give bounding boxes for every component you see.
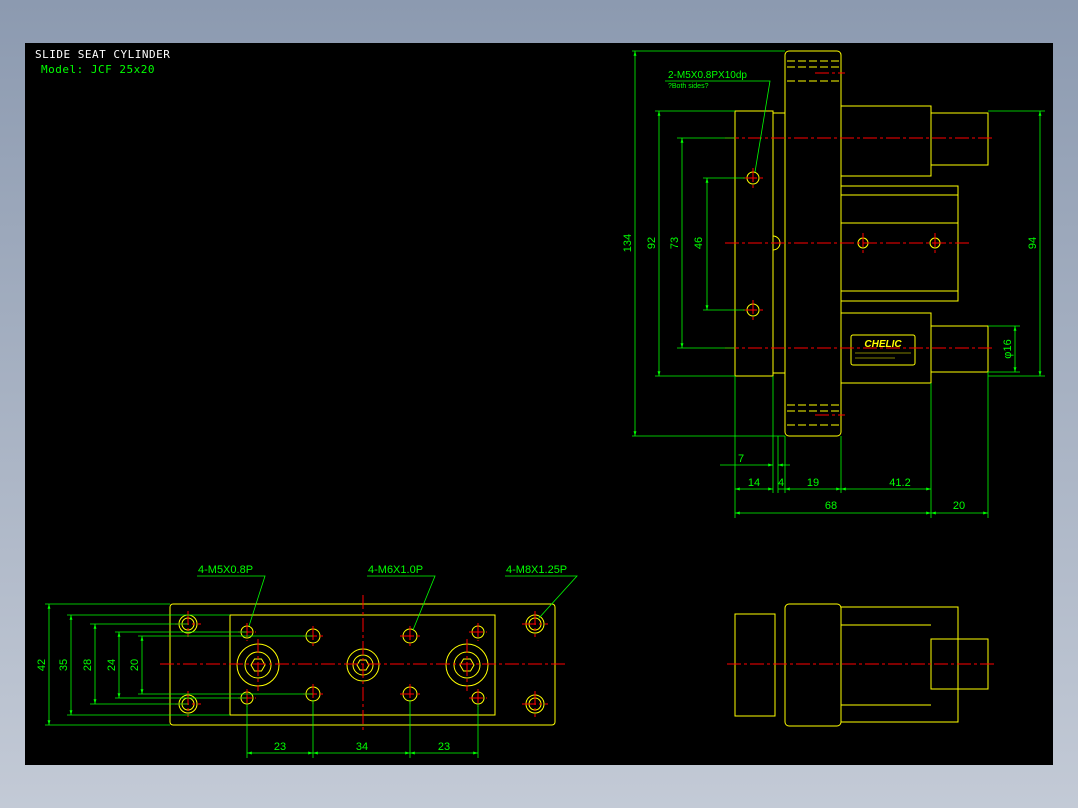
dim-14: 14 [748, 477, 760, 489]
dim-73: 73 [669, 237, 681, 249]
front-view [734, 603, 989, 727]
callout-note-side: ?Both sides? [668, 83, 709, 90]
dim-41-2: 41.2 [889, 477, 910, 489]
bottom-centerlines [160, 595, 565, 733]
dim-46: 46 [693, 237, 705, 249]
callout-m6: 4-M6X1.0P [368, 564, 423, 576]
dim-28: 28 [82, 659, 94, 671]
side-dimensions [632, 50, 1045, 518]
dim-4: 4 [778, 477, 784, 489]
dim-20-side: 20 [953, 500, 965, 512]
side-upper-rod [930, 112, 989, 166]
dim-19: 19 [807, 477, 819, 489]
dim-7: 7 [738, 453, 744, 465]
side-dim-text: 134 92 73 46 94 φ16 7 14 4 19 41.2 68 20… [622, 70, 1039, 512]
drawing-canvas: SLIDE SEAT CYLINDER Model: JCF 25x20 134… [25, 43, 1053, 765]
dim-34: 34 [356, 741, 368, 753]
dim-23-right: 23 [438, 741, 450, 753]
callout-m8: 4-M8X1.25P [506, 564, 567, 576]
dim-94: 94 [1027, 237, 1039, 249]
bottom-dimensions [45, 575, 578, 758]
brand-label: CHELIC [864, 339, 902, 350]
dim-phi16: φ16 [1002, 339, 1014, 358]
side-upper-housing [840, 105, 932, 177]
dim-20-bottom: 20 [129, 659, 141, 671]
dim-35: 35 [58, 659, 70, 671]
side-centerlines [725, 72, 995, 416]
label-plate-text: CHELIC [855, 339, 911, 359]
side-lower-rod [930, 325, 989, 373]
cad-drawing: 134 92 73 46 94 φ16 7 14 4 19 41.2 68 20… [36, 50, 1045, 758]
dim-92: 92 [646, 237, 658, 249]
callout-thread-side: 2-M5X0.8PX10dp [668, 70, 747, 81]
dim-68: 68 [825, 500, 837, 512]
callout-m5: 4-M5X0.8P [198, 564, 253, 576]
dim-134: 134 [622, 234, 634, 252]
dim-23-left: 23 [274, 741, 286, 753]
dim-24: 24 [106, 659, 118, 671]
dim-42: 42 [36, 659, 48, 671]
